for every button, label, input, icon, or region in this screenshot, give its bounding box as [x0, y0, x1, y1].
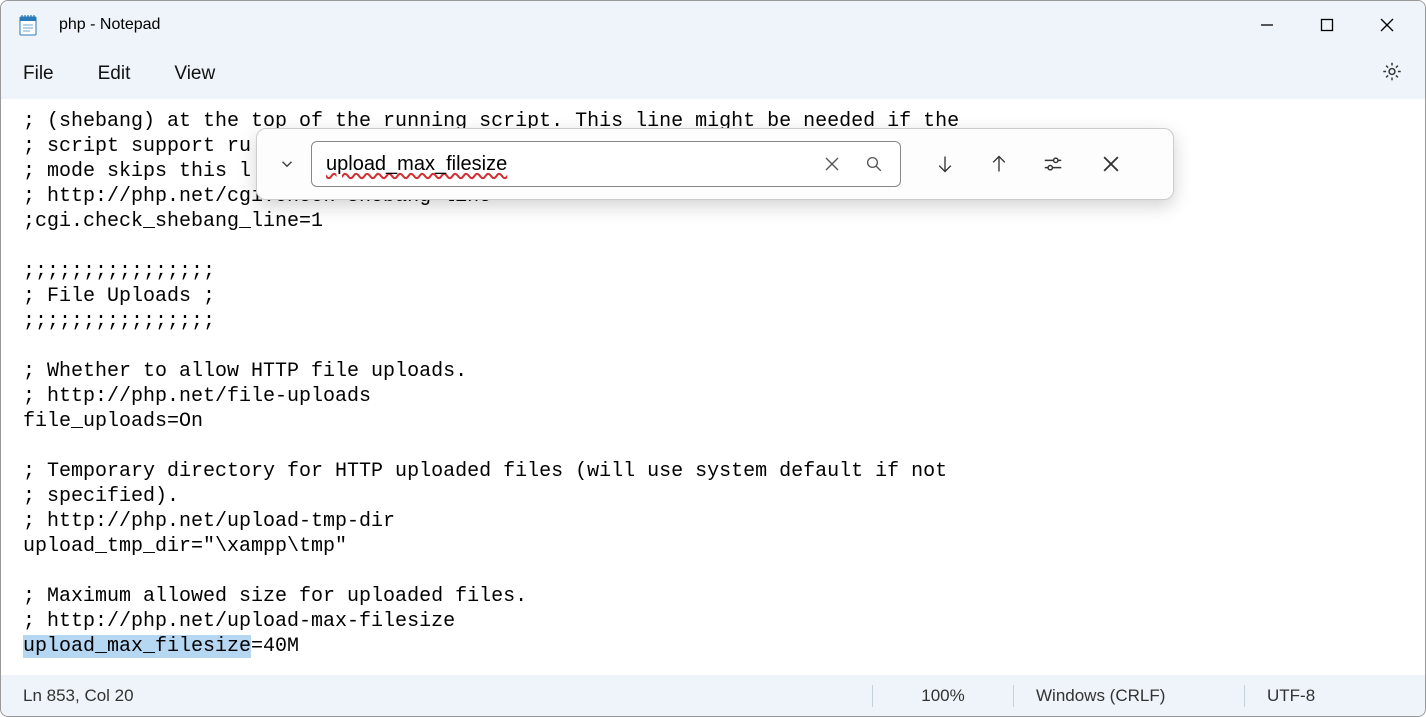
- editor-line: ;;;;;;;;;;;;;;;;: [23, 260, 215, 283]
- menu-edit[interactable]: Edit: [98, 63, 131, 85]
- find-nav-group: [923, 142, 1133, 186]
- close-find-button[interactable]: [1089, 142, 1133, 186]
- clear-find-button[interactable]: [814, 146, 850, 182]
- close-button[interactable]: [1357, 1, 1417, 49]
- find-bar: upload_max_filesize: [256, 128, 1174, 200]
- editor-line: ; http://php.net/upload-max-filesize: [23, 610, 455, 633]
- editor-line: ;cgi.check_shebang_line=1: [23, 210, 323, 233]
- editor-line: ; Temporary directory for HTTP uploaded …: [23, 460, 947, 483]
- editor-line: ; mode skips this l: [23, 160, 251, 183]
- find-input-wrap: upload_max_filesize: [311, 141, 901, 187]
- menu-view[interactable]: View: [174, 63, 215, 85]
- editor-line: ;;;;;;;;;;;;;;;;: [23, 310, 215, 333]
- editor-line: ; specified).: [23, 485, 179, 508]
- editor-line: ; File Uploads ;: [23, 285, 215, 308]
- status-encoding: UTF-8: [1245, 684, 1425, 708]
- editor-line: ; script support ru: [23, 135, 251, 158]
- editor-line: ; Whether to allow HTTP file uploads.: [23, 360, 467, 383]
- window-title: php - Notepad: [59, 16, 160, 34]
- status-position: Ln 853, Col 20: [1, 684, 872, 708]
- expand-find-button[interactable]: [267, 144, 307, 184]
- search-match-highlight: upload_max_filesize: [23, 635, 251, 658]
- status-bar: Ln 853, Col 20 100% Windows (CRLF) UTF-8: [1, 675, 1425, 716]
- editor-line: ; http://php.net/upload-tmp-dir: [23, 510, 395, 533]
- editor-match-suffix: =40M: [251, 635, 299, 658]
- editor-match-line: upload_max_filesize=40M: [23, 635, 299, 658]
- status-zoom[interactable]: 100%: [873, 684, 1013, 708]
- search-icon[interactable]: [856, 146, 892, 182]
- maximize-button[interactable]: [1297, 1, 1357, 49]
- find-options-button[interactable]: [1031, 142, 1075, 186]
- title-bar: php - Notepad: [1, 1, 1425, 49]
- find-next-button[interactable]: [923, 142, 967, 186]
- find-previous-button[interactable]: [977, 142, 1021, 186]
- settings-button[interactable]: [1381, 61, 1403, 88]
- editor-line: ; http://php.net/file-uploads: [23, 385, 371, 408]
- editor-line: upload_tmp_dir="\xampp\tmp": [23, 535, 347, 558]
- status-line-endings: Windows (CRLF): [1014, 684, 1244, 708]
- find-input-display: upload_max_filesize: [326, 153, 507, 176]
- minimize-button[interactable]: [1237, 1, 1297, 49]
- editor-line: ; Maximum allowed size for uploaded file…: [23, 585, 527, 608]
- menu-file[interactable]: File: [23, 63, 54, 85]
- menu-bar: File Edit View: [1, 49, 1425, 99]
- editor-line: file_uploads=On: [23, 410, 203, 433]
- window-controls: [1237, 1, 1417, 49]
- notepad-icon: [19, 14, 37, 36]
